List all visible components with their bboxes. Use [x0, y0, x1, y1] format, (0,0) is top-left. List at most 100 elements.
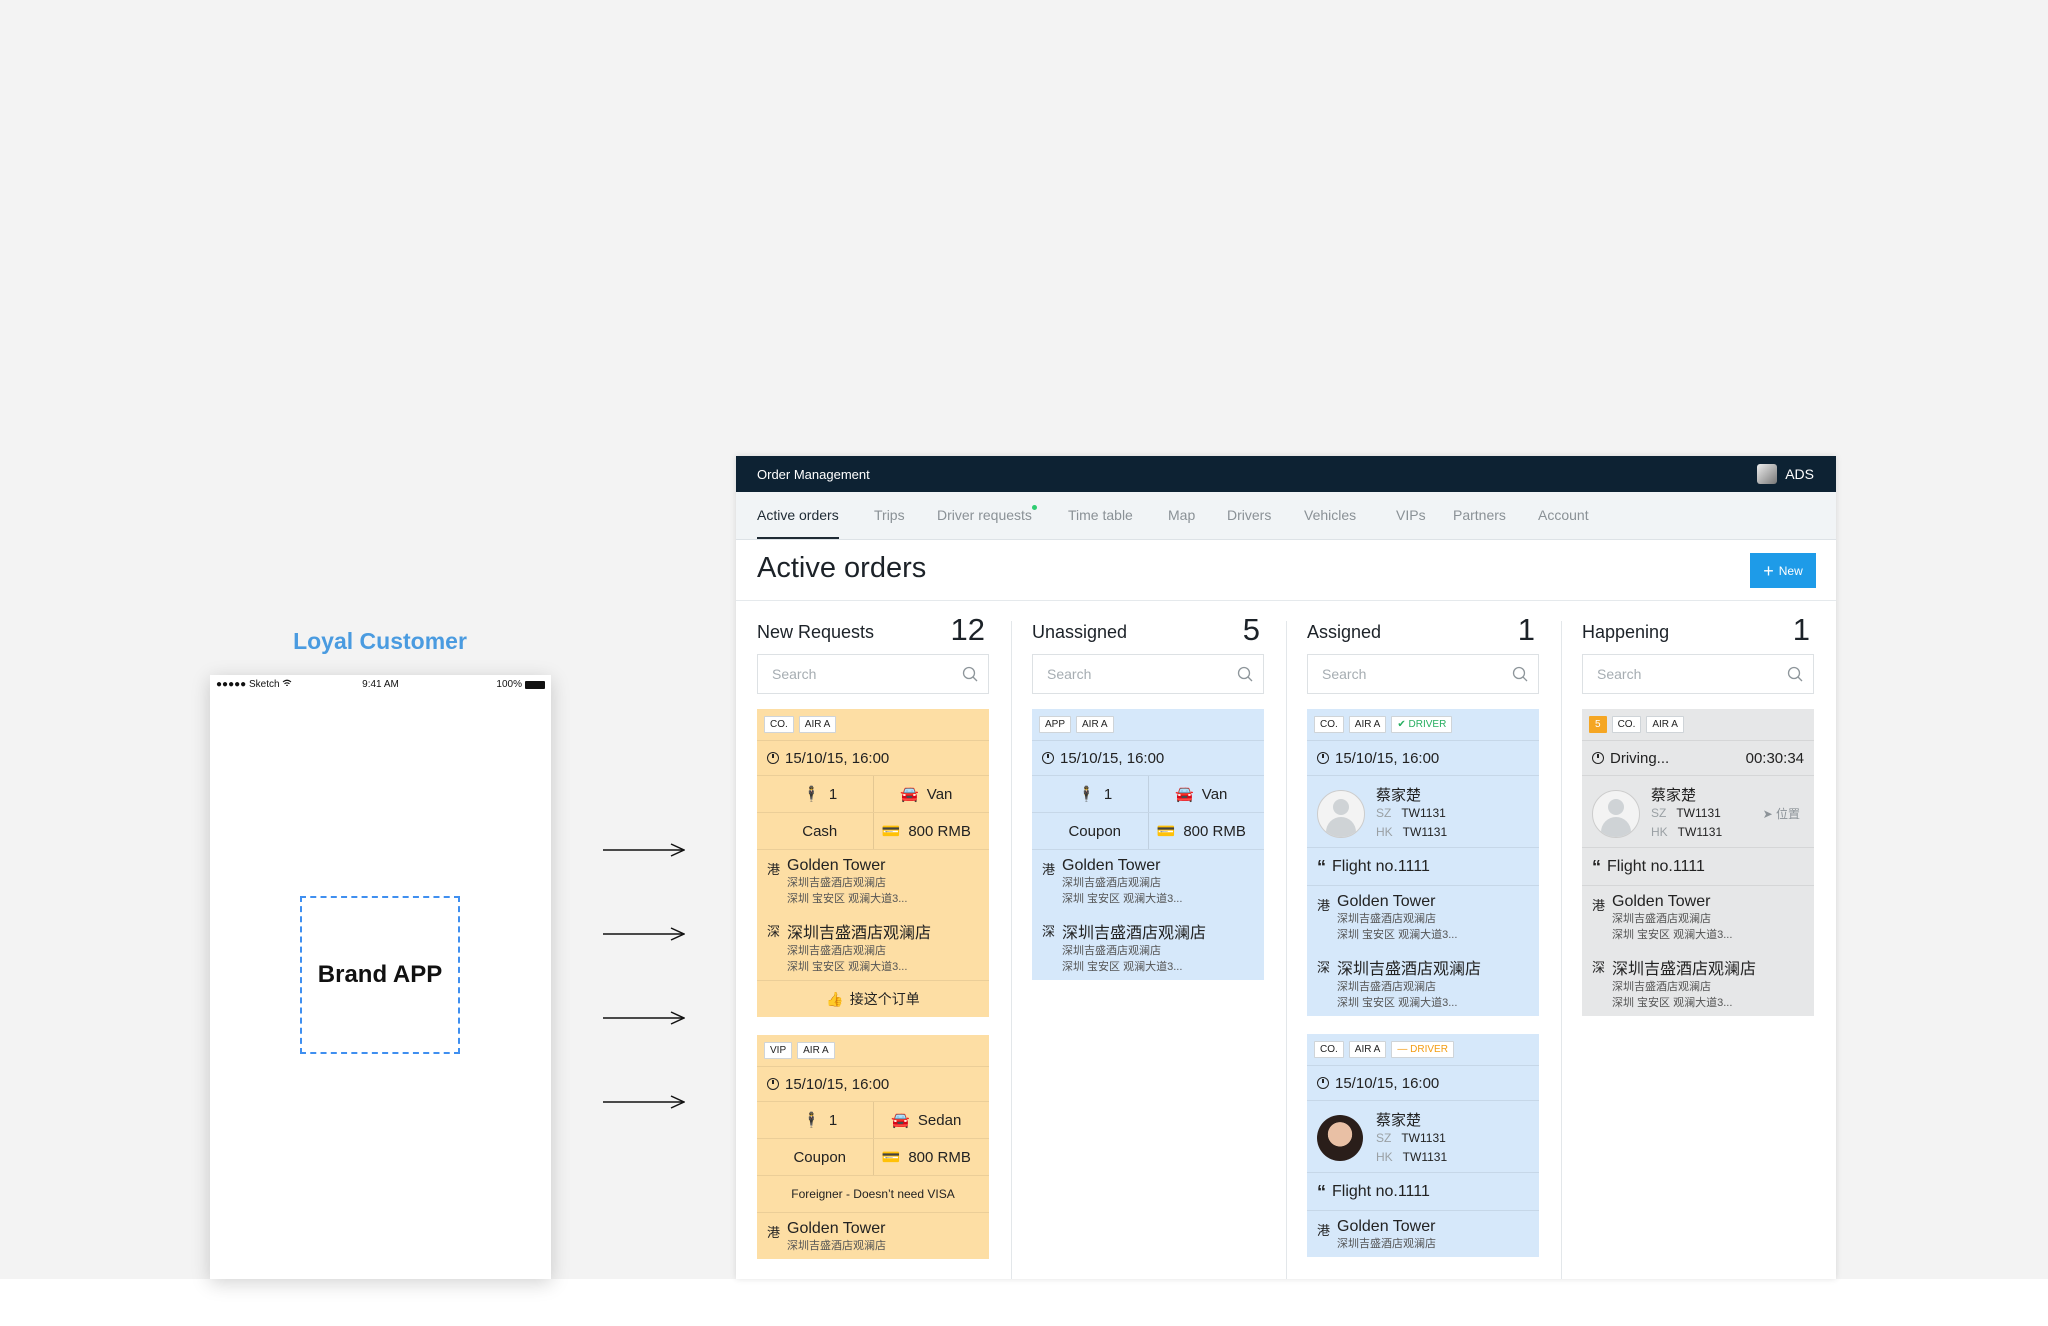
- search-icon[interactable]: [1787, 666, 1803, 682]
- new-order-button[interactable]: + New: [1750, 553, 1816, 588]
- region-char: 港: [767, 1225, 781, 1240]
- region-char: 深: [1592, 960, 1606, 975]
- location-address: 深圳 宝安区 观澜大道3...: [1062, 961, 1183, 973]
- tag: AIR A: [1348, 716, 1387, 733]
- tab-driver-requests[interactable]: Driver requests: [937, 505, 1037, 523]
- flight-number: Flight no.1111: [1332, 857, 1430, 875]
- search-icon[interactable]: [1512, 666, 1528, 682]
- car-icon: 🚘: [1175, 786, 1194, 803]
- region-char: 港: [1317, 898, 1331, 913]
- driver-name: 蔡家楚: [1376, 1112, 1422, 1129]
- flight-number: Flight no.1111: [1332, 1182, 1430, 1200]
- top-bar: Order Management ADS: [736, 456, 1836, 492]
- location-name: Golden Tower: [1612, 893, 1711, 910]
- region-char: 深: [767, 924, 781, 939]
- tag-row: APP AIR A: [1032, 709, 1264, 741]
- quote-icon: “: [1317, 856, 1326, 877]
- tab-partners[interactable]: Partners: [1453, 507, 1506, 523]
- trip-status-row: Driving... 00:30:34: [1582, 741, 1814, 776]
- location-name: Golden Tower: [787, 857, 886, 874]
- dropoff-location: 深 深圳吉盛酒店观澜店 深圳吉盛酒店观澜店 深圳 宝安区 观澜大道3...: [1032, 912, 1264, 980]
- region-char: 港: [1592, 898, 1606, 913]
- location-address: 深圳 宝安区 观澜大道3...: [787, 893, 908, 905]
- trip-status: Driving...: [1592, 750, 1669, 767]
- price: 800 RMB: [908, 822, 971, 840]
- page-title: Active orders: [757, 552, 927, 584]
- passenger-vehicle-row: 🕴 1 🚘 Sedan: [757, 1102, 989, 1139]
- order-card[interactable]: CO. AIR A — DRIVER 15/10/15, 16:00 蔡家楚 S…: [1307, 1034, 1539, 1257]
- trip-timer: 00:30:34: [1745, 749, 1804, 767]
- order-card[interactable]: 5 CO. AIR A Driving... 00:30:34 蔡家楚 SZ TW…: [1582, 709, 1814, 1016]
- search-input[interactable]: [1320, 665, 1504, 683]
- battery-status: 100%: [496, 679, 545, 690]
- order-datetime: 15/10/15, 16:00: [1335, 1074, 1440, 1092]
- location-sub: 深圳吉盛酒店观澜店: [787, 945, 886, 957]
- accept-order-button[interactable]: 👍 接这个订单: [757, 981, 989, 1017]
- tab-account[interactable]: Account: [1538, 507, 1589, 523]
- order-card[interactable]: CO. AIR A ✔ DRIVER 15/10/15, 16:00 蔡家楚 S…: [1307, 709, 1539, 1016]
- payment-method: Coupon: [1068, 822, 1122, 840]
- pickup-location: 港 Golden Tower 深圳吉盛酒店观澜店 深圳 宝安区 观澜大道3...: [757, 850, 989, 912]
- pickup-location: 港 Golden Tower 深圳吉盛酒店观澜店: [1307, 1211, 1539, 1257]
- vehicle-type: Van: [1201, 785, 1228, 803]
- tag-row: CO. AIR A: [757, 709, 989, 741]
- tag: VIP: [764, 1042, 793, 1059]
- flight-row: “ Flight no.1111: [1307, 848, 1539, 886]
- brand-app-placeholder: Brand APP: [300, 896, 460, 1054]
- search-icon[interactable]: [962, 666, 978, 682]
- order-card[interactable]: CO. AIR A 15/10/15, 16:00 🕴 1 🚘 Van Cash 💳…: [757, 709, 989, 1017]
- flight-hk: HK TW1131: [1376, 1150, 1448, 1164]
- tag: AIR A: [797, 1042, 835, 1059]
- arrow-right-icon: [603, 843, 685, 857]
- tab-drivers[interactable]: Drivers: [1227, 507, 1271, 523]
- nav-tabs: Active orders Trips Driver requests Time…: [736, 492, 1836, 540]
- search-input[interactable]: [770, 665, 954, 683]
- column-title: Assigned: [1307, 622, 1382, 642]
- location-address: 深圳 宝安区 观澜大道3...: [1337, 929, 1458, 941]
- tab-active-orders[interactable]: Active orders: [757, 507, 839, 539]
- tab-vehicles[interactable]: Vehicles: [1304, 507, 1356, 523]
- passenger-vehicle-row: 🕴 1 🚘 Van: [757, 776, 989, 813]
- price: 800 RMB: [1183, 822, 1246, 840]
- quote-icon: “: [1592, 856, 1601, 877]
- battery-icon: [525, 680, 545, 689]
- dropoff-location: 深 深圳吉盛酒店观澜店 深圳吉盛酒店观澜店 深圳 宝安区 观澜大道3...: [1307, 948, 1539, 1016]
- tag-row: CO. AIR A ✔ DRIVER: [1307, 709, 1539, 741]
- price: 800 RMB: [908, 1148, 971, 1166]
- tag-row: VIP AIR A: [757, 1035, 989, 1067]
- locate-driver-button[interactable]: ➤ 位置: [1763, 805, 1800, 822]
- location-name: Golden Tower: [1062, 857, 1161, 874]
- driver-avatar: [1317, 790, 1365, 838]
- tag-row: CO. AIR A — DRIVER: [1307, 1034, 1539, 1066]
- driver-photo: [1317, 1115, 1363, 1161]
- search-input[interactable]: [1595, 665, 1779, 683]
- tab-time-table[interactable]: Time table: [1068, 507, 1133, 523]
- search-icon[interactable]: [1237, 666, 1253, 682]
- order-card[interactable]: APP AIR A 15/10/15, 16:00 🕴 1 🚘 Van Coupon…: [1032, 709, 1264, 980]
- region-char: 深: [1042, 924, 1056, 939]
- driver-info: 蔡家楚 SZ TW1131 HK TW1131: [1307, 776, 1539, 848]
- flight-hk: HK TW1131: [1651, 825, 1723, 839]
- tab-map[interactable]: Map: [1168, 507, 1195, 523]
- region-char: 港: [1317, 1223, 1331, 1238]
- driver-status-tag: — DRIVER: [1391, 1041, 1454, 1058]
- person-icon: 🕴: [802, 1112, 821, 1129]
- search-input[interactable]: [1045, 665, 1229, 683]
- user-menu[interactable]: ADS: [1757, 464, 1814, 484]
- phone-status-bar: ●●●●● Sketch 9:41 AM 100%: [210, 675, 551, 695]
- tab-vips[interactable]: VIPs: [1396, 507, 1426, 523]
- payment-method: Cash: [802, 822, 838, 840]
- location-arrow-icon: ➤: [1762, 807, 1773, 821]
- passenger-count: 1: [828, 785, 838, 803]
- date-row: 15/10/15, 16:00: [1307, 1066, 1539, 1101]
- column-count: 5: [1242, 612, 1260, 647]
- order-card[interactable]: VIP AIR A 15/10/15, 16:00 🕴 1 🚘 Sedan Coup…: [757, 1035, 989, 1259]
- tag: AIR A: [1076, 716, 1114, 733]
- column-count: 1: [1792, 612, 1810, 647]
- tab-trips[interactable]: Trips: [874, 507, 905, 523]
- notification-dot: [1031, 505, 1037, 510]
- driver-name: 蔡家楚: [1651, 787, 1697, 804]
- flight-sz: SZ TW1131: [1376, 1131, 1446, 1145]
- clock-icon: [1317, 1077, 1329, 1089]
- column-header: Assigned 1: [1307, 610, 1539, 648]
